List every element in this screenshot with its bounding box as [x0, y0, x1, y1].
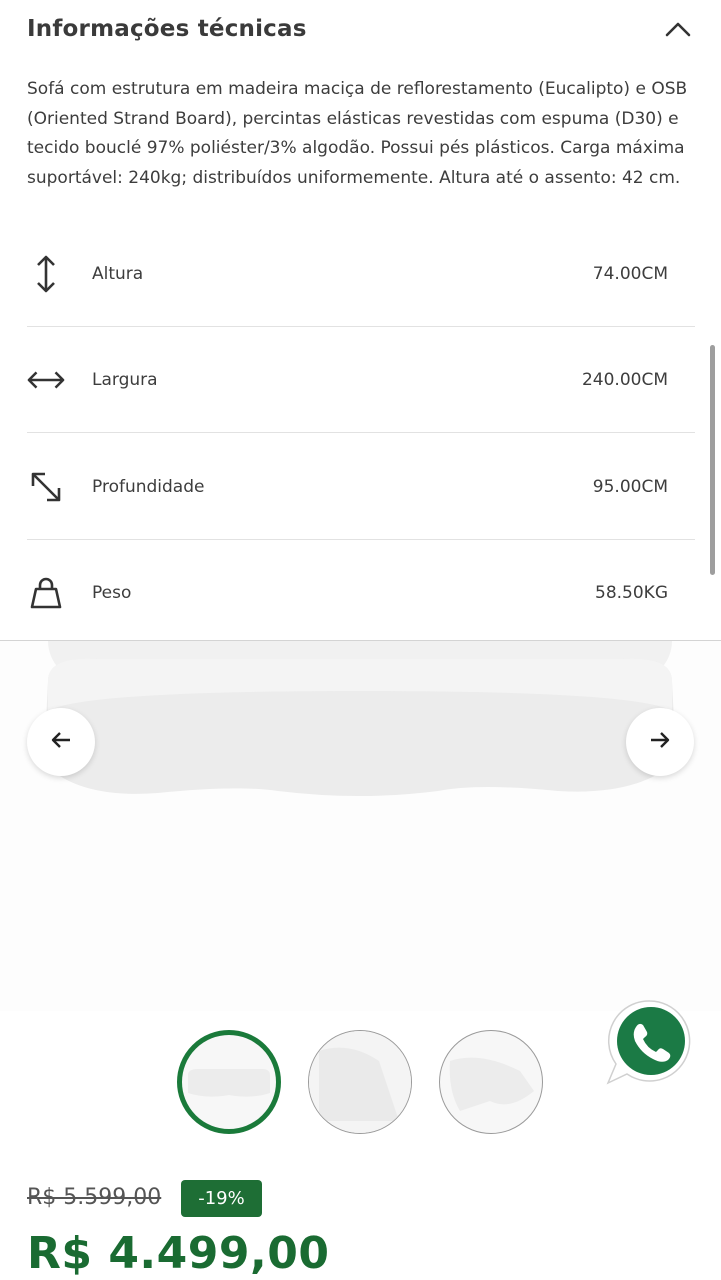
- gallery-prev-button[interactable]: [27, 708, 95, 776]
- technical-info-title: Informações técnicas: [27, 16, 307, 42]
- spec-value: 74.00CM: [592, 263, 668, 284]
- spec-row-altura: Altura 74.00CM: [27, 221, 695, 327]
- gallery-next-button[interactable]: [626, 708, 694, 776]
- thumbnail-3[interactable]: [439, 1030, 543, 1134]
- current-price: R$ 4.499,00: [27, 1228, 330, 1279]
- spec-row-largura: Largura 240.00CM: [27, 327, 695, 433]
- spec-value: 240.00CM: [581, 369, 668, 390]
- spec-label: Peso: [92, 583, 132, 603]
- spec-value: 58.50KG: [595, 583, 668, 603]
- spec-row-profundidade: Profundidade 95.00CM: [27, 434, 695, 540]
- chevron-up-icon[interactable]: [663, 14, 693, 44]
- scrollbar[interactable]: [710, 345, 715, 575]
- spec-row-peso: Peso 58.50KG: [27, 540, 695, 646]
- diagonal-arrows-icon: [27, 467, 65, 507]
- spec-label: Profundidade: [92, 476, 205, 497]
- whatsapp-button[interactable]: [605, 997, 695, 1089]
- technical-info-panel: Informações técnicas Sofá com estrutura …: [0, 0, 721, 641]
- spec-value: 95.00CM: [592, 476, 668, 497]
- discount-badge: -19%: [181, 1180, 262, 1217]
- vertical-arrows-icon: [27, 254, 65, 294]
- horizontal-arrows-icon: [27, 360, 65, 400]
- old-price: R$ 5.599,00: [27, 1185, 162, 1210]
- sofa-image: [44, 658, 676, 796]
- product-description: Sofá com estrutura em madeira maciça de …: [27, 79, 688, 188]
- spec-label: Altura: [92, 263, 144, 284]
- arrow-left-icon: [50, 730, 72, 754]
- spec-label: Largura: [92, 369, 158, 390]
- thumbnail-1[interactable]: [177, 1030, 281, 1134]
- thumbnail-2[interactable]: [308, 1030, 412, 1134]
- arrow-right-icon: [649, 730, 671, 754]
- technical-info-header[interactable]: Informações técnicas: [27, 0, 693, 58]
- weight-icon: [27, 573, 65, 613]
- product-gallery: [0, 641, 721, 1011]
- whatsapp-icon: [605, 1000, 695, 1093]
